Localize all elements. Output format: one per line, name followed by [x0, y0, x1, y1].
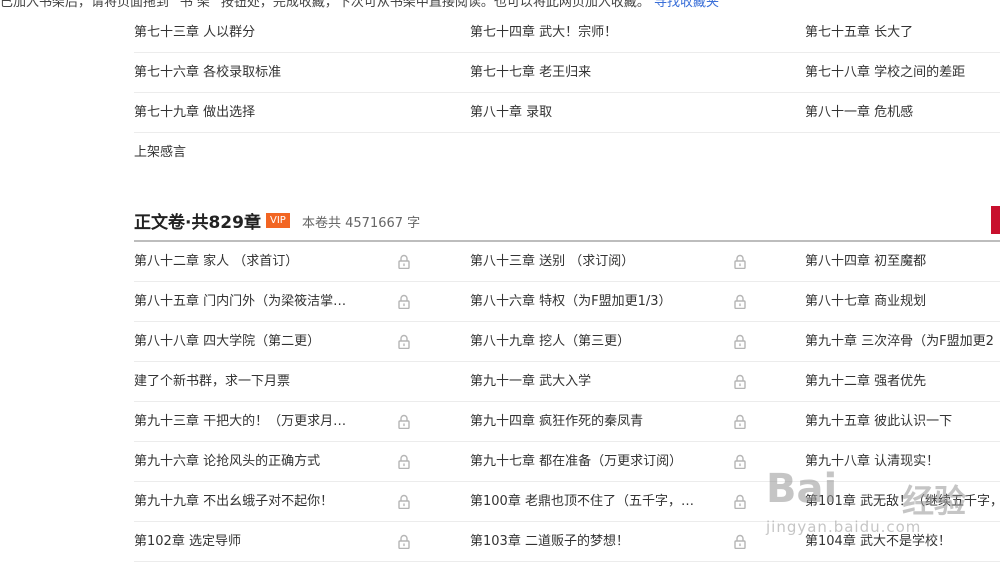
- chapter-row: 第七十九章 做出选择 第八十章 录取 第八十一章 危机感: [134, 93, 1000, 133]
- lock-icon: [398, 294, 410, 309]
- chapter-link[interactable]: 第八十六章 特权（为F盟加更1/3）: [470, 282, 718, 321]
- chapter-row: 上架感言: [134, 133, 1000, 172]
- chapter-row: 第七十六章 各校录取标准 第七十七章 老王归来 第七十八章 学校之间的差距: [134, 53, 1000, 93]
- chapter-link[interactable]: 第101章 武无敌！（继续五千字，: [805, 482, 1000, 521]
- chapter-row: 第九十六章 论抢风头的正确方式 第九十七章 都在准备（万更求订阅） 第九十八章 认清…: [134, 442, 1000, 482]
- lock-icon: [398, 254, 410, 269]
- chapter-link[interactable]: 第八十九章 挖人（第三更）: [470, 322, 718, 361]
- lock-icon: [734, 454, 746, 469]
- chapter-link[interactable]: 第九十二章 强者优先: [805, 362, 1000, 401]
- chapter-link[interactable]: 第八十七章 商业规划: [805, 282, 1000, 321]
- volume-word-count: 本卷共 4571667 字: [302, 216, 421, 231]
- chapter-row: 第九十九章 不出幺蛾子对不起你！ 第100章 老鼎也顶不住了（五千字，… 第101章…: [134, 482, 1000, 522]
- chapter-link[interactable]: 第八十一章 危机感: [805, 93, 1000, 132]
- lock-icon: [398, 454, 410, 469]
- lock-icon: [398, 494, 410, 509]
- chapter-link[interactable]: 第七十六章 各校录取标准: [134, 53, 382, 92]
- chapter-link[interactable]: 第七十三章 人以群分: [134, 13, 382, 52]
- lock-icon: [734, 334, 746, 349]
- chapter-link[interactable]: 第七十七章 老王归来: [470, 53, 718, 92]
- lock-icon: [734, 254, 746, 269]
- lock-icon: [398, 534, 410, 549]
- chapter-link[interactable]: 第九十八章 认清现实！: [805, 442, 1000, 481]
- lock-icon: [734, 534, 746, 549]
- chapter-link[interactable]: 第103章 二道贩子的梦想！: [470, 522, 718, 561]
- chapter-link[interactable]: 第七十八章 学校之间的差距: [805, 53, 1000, 92]
- previous-volume-list: 第七十三章 人以群分 第七十四章 武大！宗师！ 第七十五章 长大了 第七十六章 …: [134, 13, 1000, 172]
- bookmark-link[interactable]: 寻找收藏夹: [654, 0, 719, 10]
- chapter-row: 第八十五章 门内门外（为梁筱洁掌… 第八十六章 特权（为F盟加更1/3） 第八十七章…: [134, 282, 1000, 322]
- chapter-link[interactable]: 第九十七章 都在准备（万更求订阅）: [470, 442, 718, 481]
- volume-header: 正文卷·共829章 VIP 本卷共 4571667 字: [134, 206, 1000, 242]
- chapter-link[interactable]: 第八十二章 家人 （求首订）: [134, 242, 382, 281]
- chapter-link[interactable]: 第104章 武大不是学校！: [805, 522, 1000, 561]
- lock-icon: [734, 374, 746, 389]
- vip-badge: VIP: [266, 213, 290, 228]
- chapter-link[interactable]: 第九十四章 疯狂作死的秦凤青: [470, 402, 718, 441]
- chapter-link[interactable]: 第九十五章 彼此认识一下: [805, 402, 1000, 441]
- chapter-link[interactable]: 第九十一章 武大入学: [470, 362, 718, 401]
- chapter-row: 第102章 选定导师 第103章 二道贩子的梦想！ 第104章 武大不是学校！: [134, 522, 1000, 562]
- lock-icon: [734, 414, 746, 429]
- chapter-row: 第九十三章 干把大的！（万更求月… 第九十四章 疯狂作死的秦凤青 第九十五章 彼此认…: [134, 402, 1000, 442]
- chapter-row: 第八十二章 家人 （求首订） 第八十三章 送别 （求订阅） 第八十四章 初至魔都: [134, 242, 1000, 282]
- bookshelf-hint: 已加入书架后，请将页面拖到 “书 架” 按钮处，完成收藏，下次可从书架中直接阅读…: [0, 0, 1000, 10]
- chapter-link[interactable]: 第八十五章 门内门外（为梁筱洁掌…: [134, 282, 382, 321]
- chapter-link[interactable]: 第八十章 录取: [470, 93, 718, 132]
- lock-icon: [734, 494, 746, 509]
- chapter-link[interactable]: 第八十四章 初至魔都: [805, 242, 1000, 281]
- volume-title: 正文卷·共829章: [134, 213, 261, 233]
- chapter-link[interactable]: 上架感言: [134, 133, 382, 172]
- chapter-row: 建了个新书群，求一下月票 第九十一章 武大入学 第九十二章 强者优先: [134, 362, 1000, 402]
- chapter-link[interactable]: 第九十章 三次淬骨（为F盟加更2: [805, 322, 1000, 361]
- bookshelf-hint-text: 已加入书架后，请将页面拖到 “书 架” 按钮处，完成收藏，下次可从书架中直接阅读…: [0, 0, 650, 10]
- chapter-row: 第七十三章 人以群分 第七十四章 武大！宗师！ 第七十五章 长大了: [134, 13, 1000, 53]
- chapter-link[interactable]: 第102章 选定导师: [134, 522, 382, 561]
- chapter-link[interactable]: 第七十九章 做出选择: [134, 93, 382, 132]
- side-tab[interactable]: [991, 206, 1000, 234]
- chapter-link[interactable]: 建了个新书群，求一下月票: [134, 362, 382, 401]
- volume-chapter-list: 第八十二章 家人 （求首订） 第八十三章 送别 （求订阅） 第八十四章 初至魔都 第八…: [134, 242, 1000, 562]
- lock-icon: [398, 334, 410, 349]
- lock-icon: [734, 294, 746, 309]
- chapter-row: 第八十八章 四大学院（第二更） 第八十九章 挖人（第三更） 第九十章 三次淬骨（为F…: [134, 322, 1000, 362]
- chapter-link[interactable]: 第九十六章 论抢风头的正确方式: [134, 442, 382, 481]
- lock-icon: [398, 414, 410, 429]
- chapter-link[interactable]: 第七十五章 长大了: [805, 13, 1000, 52]
- chapter-link[interactable]: 第100章 老鼎也顶不住了（五千字，…: [470, 482, 718, 521]
- chapter-link[interactable]: 第八十三章 送别 （求订阅）: [470, 242, 718, 281]
- chapter-link[interactable]: 第七十四章 武大！宗师！: [470, 13, 718, 52]
- chapter-link[interactable]: 第九十三章 干把大的！（万更求月…: [134, 402, 382, 441]
- chapter-link[interactable]: 第九十九章 不出幺蛾子对不起你！: [134, 482, 382, 521]
- chapter-link[interactable]: 第八十八章 四大学院（第二更）: [134, 322, 382, 361]
